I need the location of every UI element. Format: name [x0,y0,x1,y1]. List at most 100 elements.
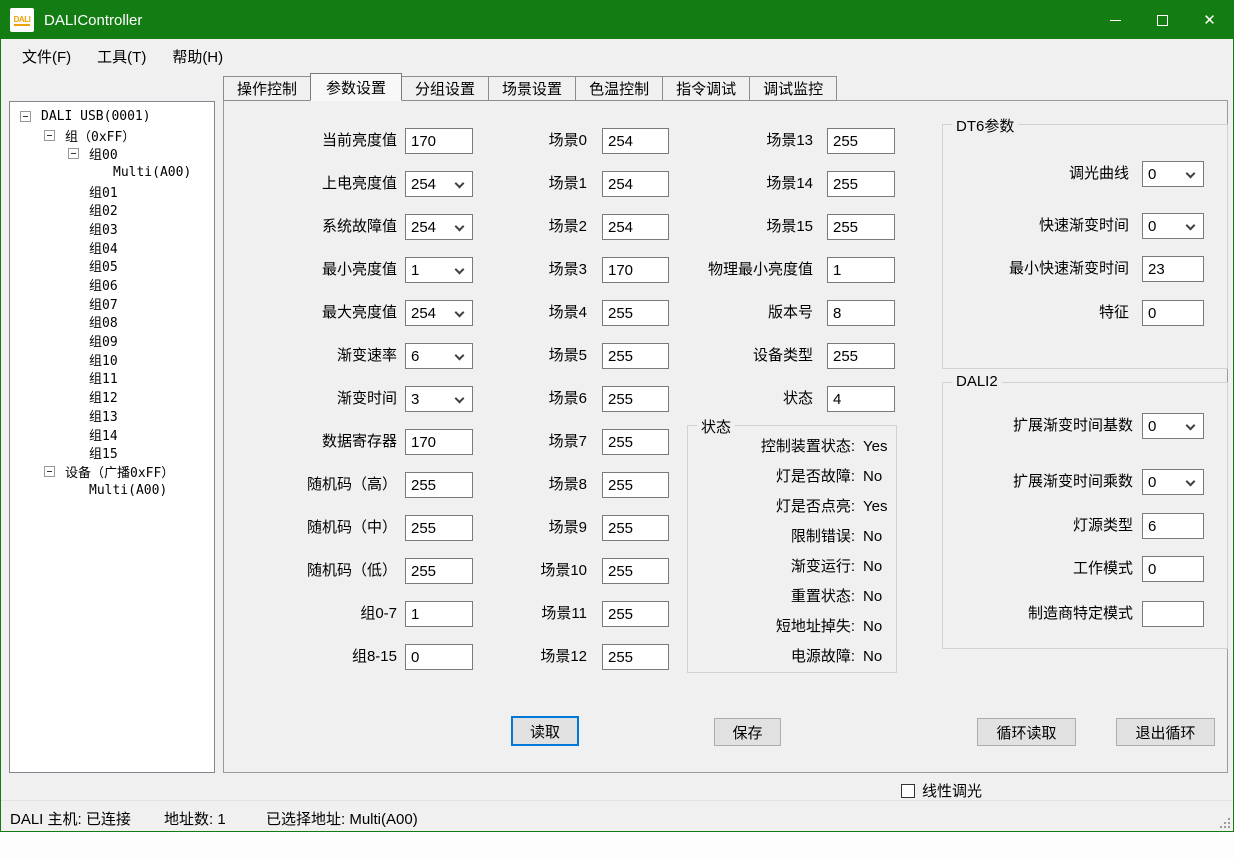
tab-color-temp-control[interactable]: 色温控制 [575,76,663,101]
fade-rate-select[interactable]: 6 [405,343,473,369]
scene12-input[interactable] [602,644,669,670]
menu-tools[interactable]: 工具(T) [84,41,159,72]
tree-item-label: 组08 [89,312,118,331]
physical-min-brightness-input[interactable] [827,257,895,283]
fast-fade-time-select[interactable]: 0 [1142,213,1204,239]
scene10-input[interactable] [602,558,669,584]
collapse-icon[interactable] [44,130,55,141]
tab-debug-monitor[interactable]: 调试监控 [749,76,837,101]
chevron-down-icon [455,222,465,232]
scene9-input[interactable] [602,515,669,541]
tree-item-multi-a00-2[interactable]: Multi(A00) [10,481,214,500]
maximize-icon [1157,15,1168,26]
extended-fade-time-multiplier-select[interactable]: 0 [1142,469,1204,495]
tree-item-multi-a00[interactable]: Multi(A00) [10,163,214,182]
device-type-input[interactable] [827,343,895,369]
dimming-curve-select[interactable]: 0 [1142,161,1204,187]
features-input[interactable] [1142,300,1204,326]
max-brightness-select[interactable]: 254 [405,300,473,326]
device-type-label: 设备类型 [641,343,813,369]
collapse-icon[interactable] [44,466,55,477]
linear-dimming-checkbox[interactable]: 线性调光 [901,780,982,801]
collapse-icon[interactable] [20,111,31,122]
tree-item-group15[interactable]: 组15 [10,443,214,462]
tree-item-group12[interactable]: 组12 [10,387,214,406]
random-code-mid-input[interactable] [405,515,473,541]
lamp-failure-value: No [863,467,882,487]
tree-item-dali-usb[interactable]: DALI USB(0001) [10,107,214,126]
tree-item-label: DALI USB(0001) [41,109,151,124]
light-source-type-input[interactable] [1142,513,1204,539]
menu-file[interactable]: 文件(F) [9,41,84,72]
scene8-label: 场景8 [471,472,587,498]
resize-grip[interactable] [1217,815,1230,828]
tree-item-group11[interactable]: 组11 [10,369,214,388]
current-brightness-input[interactable] [405,128,473,154]
read-button[interactable]: 读取 [511,716,579,746]
tree-item-label: 组（0xFF） [65,126,135,145]
tree-item-group10[interactable]: 组10 [10,350,214,369]
fade-running-label: 渐变运行: [695,557,855,577]
power-on-brightness-label: 上电亮度值 [241,171,397,197]
tree-item-group00[interactable]: 组00 [10,144,214,163]
tree-item-label: 组02 [89,200,118,219]
tree-item-group08[interactable]: 组08 [10,313,214,332]
tree-item-group07[interactable]: 组07 [10,294,214,313]
collapse-icon[interactable] [68,148,79,159]
scene15-input[interactable] [827,214,895,240]
tree-item-group09[interactable]: 组09 [10,331,214,350]
extended-fade-time-base-select[interactable]: 0 [1142,413,1204,439]
tab-grouping-settings[interactable]: 分组设置 [401,76,489,101]
tab-command-debug[interactable]: 指令调试 [662,76,750,101]
tree-item-group05[interactable]: 组05 [10,257,214,276]
data-register-input[interactable] [405,429,473,455]
group-0-7-input[interactable] [405,601,473,627]
status-group-title: 状态 [697,416,735,437]
tree-item-group06[interactable]: 组06 [10,275,214,294]
group-8-15-input[interactable] [405,644,473,670]
scene13-input[interactable] [827,128,895,154]
power-on-brightness-select[interactable]: 254 [405,171,473,197]
tree-item-group-root[interactable]: 组（0xFF） [10,126,214,145]
scene8-input[interactable] [602,472,669,498]
group-8-15-label: 组8-15 [241,644,397,670]
scene7-input[interactable] [602,429,669,455]
device-tree[interactable]: DALI USB(0001) 组（0xFF） 组00 Multi(A00) 组0… [9,101,215,773]
min-fast-fade-time-input[interactable] [1142,256,1204,282]
tab-operation-control[interactable]: 操作控制 [223,76,311,101]
physical-min-brightness-label: 物理最小亮度值 [641,257,813,283]
manufacturer-specific-mode-input[interactable] [1142,601,1204,627]
status-value-input[interactable] [827,386,895,412]
loop-read-button[interactable]: 循环读取 [977,718,1076,746]
tree-item-group03[interactable]: 组03 [10,219,214,238]
random-code-high-input[interactable] [405,472,473,498]
menu-help[interactable]: 帮助(H) [159,41,236,72]
operating-mode-input[interactable] [1142,556,1204,582]
scene3-label: 场景3 [471,257,587,283]
tree-item-group02[interactable]: 组02 [10,200,214,219]
tree-item-group04[interactable]: 组04 [10,238,214,257]
scene14-input[interactable] [827,171,895,197]
version-number-input[interactable] [827,300,895,326]
maximize-button[interactable] [1139,1,1186,39]
tree-item-group14[interactable]: 组14 [10,425,214,444]
minimize-button[interactable] [1092,1,1139,39]
tree-item-device-broadcast[interactable]: 设备（广播0xFF） [10,462,214,481]
tab-parameter-settings[interactable]: 参数设置 [310,73,402,101]
reset-state-value: No [863,587,882,607]
save-button[interactable]: 保存 [714,718,781,746]
dali2-group-title: DALI2 [952,373,1002,390]
scene11-label: 场景11 [471,601,587,627]
extended-fade-time-base-label: 扩展渐变时间基数 [946,413,1133,439]
fade-time-select[interactable]: 3 [405,386,473,412]
min-brightness-select[interactable]: 1 [405,257,473,283]
random-code-low-input[interactable] [405,558,473,584]
power-failure-label: 电源故障: [695,647,855,667]
system-failure-select[interactable]: 254 [405,214,473,240]
tab-scene-settings[interactable]: 场景设置 [488,76,576,101]
scene11-input[interactable] [602,601,669,627]
tree-item-group01[interactable]: 组01 [10,182,214,201]
close-button[interactable]: ✕ [1186,1,1233,39]
tree-item-group13[interactable]: 组13 [10,406,214,425]
exit-loop-button[interactable]: 退出循环 [1116,718,1215,746]
